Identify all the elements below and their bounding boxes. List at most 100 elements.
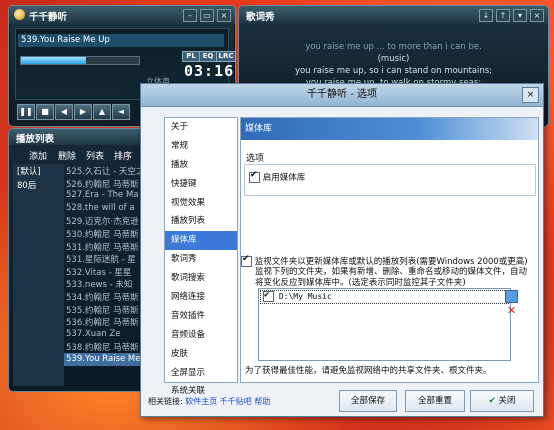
seek-fill (21, 57, 86, 64)
mute-icon[interactable]: ◄ (112, 104, 130, 120)
app-logo-icon (14, 9, 25, 20)
track-item[interactable]: 537.Xuan Ze (64, 328, 144, 341)
track-item[interactable]: 533.news - 未知 (64, 277, 144, 290)
close-button[interactable]: ✔ 关闭 (470, 390, 534, 412)
track-item[interactable]: 534.约翰尼 马蒂斯 (64, 290, 144, 303)
lyrics-titlebar[interactable]: 歌词秀 ↓ ↑ ▾ × (239, 6, 548, 24)
stop-icon[interactable]: ■ (36, 104, 54, 120)
nav-item[interactable]: 网络连接 (165, 288, 237, 307)
playlist-titlebar[interactable]: 播放列表 (9, 129, 146, 145)
related-links: 相关链接: 软件主页 千千贴吧 帮助 (148, 396, 270, 407)
playlist-groups: [默认] 80后 (13, 164, 64, 386)
playlist-window: 播放列表 添加 删除 列表 排序 [默认] 80后 525.久石让 - 天空之 5… (8, 128, 147, 392)
track-item[interactable]: 530.约翰尼 马蒂斯 (64, 227, 144, 240)
track-item[interactable]: 529.迈克尔·杰克逊 (64, 214, 144, 227)
close-label: 关闭 (498, 396, 516, 406)
track-item[interactable]: 535.约翰尼 马蒂斯 (64, 303, 144, 316)
nav-item[interactable]: 全屏显示 (165, 364, 237, 383)
monitor-option[interactable]: 监视文件夹以更新媒体库或默认的播放列表(需要Windows 2000或更高) (241, 254, 528, 267)
current-song: 539.You Raise Me Up (18, 34, 224, 47)
lyrics-menu-icon[interactable]: ▾ (513, 9, 527, 22)
library-panel: 媒体库 选项 启用媒体库 监视文件夹以更新媒体库或默认的播放列表(需要Windo… (240, 117, 539, 383)
close-icon[interactable]: × (217, 9, 231, 22)
track-item[interactable]: 536.约翰尼 马蒂斯 (64, 315, 144, 328)
options-group: 选项 启用媒体库 (242, 146, 537, 199)
panel-header: 媒体库 (241, 118, 538, 140)
prev-icon[interactable]: ◀ (55, 104, 73, 120)
track-item[interactable]: 531.约翰尼 马蒂斯 (64, 240, 144, 253)
eq-toggle[interactable]: EQ (199, 51, 217, 62)
playlist-title: 播放列表 (16, 134, 55, 145)
options-dialog: 千千静听 - 选项 × 关于 常规 播放 快捷键 视觉效果 播放列表 媒体库 歌词秀 歌词搜索网… (140, 83, 544, 417)
track-item[interactable]: 531.星际迷航 - 星 (64, 252, 144, 265)
delete-button[interactable]: 删除 (58, 149, 76, 162)
time-display[interactable]: 03:16 (184, 62, 234, 80)
nav-item[interactable]: 播放列表 (165, 212, 237, 231)
nav-item[interactable]: 歌词搜索 (165, 269, 237, 288)
track-item[interactable]: 528.the will of a (64, 202, 144, 215)
add-button[interactable]: 添加 (29, 149, 47, 162)
forum-link[interactable]: 千千贴吧 (220, 397, 252, 406)
nav-item[interactable]: 常规 (165, 137, 237, 156)
performance-note: 为了获得最佳性能，请避免监视网络中的共享文件夹、根文件夹。 (245, 366, 492, 376)
dialog-title[interactable]: 千千静听 - 选项 (141, 84, 543, 107)
nav-item[interactable]: 音频设备 (165, 326, 237, 345)
folder-row[interactable]: D:\My Music (260, 289, 509, 304)
nav-item[interactable]: 快捷键 (165, 175, 237, 194)
track-item[interactable]: 527.Era - The Ma (64, 189, 144, 202)
group-item[interactable]: [默认] (13, 164, 64, 178)
track-item[interactable]: 539.You Raise Me (64, 352, 144, 366)
enable-library-option[interactable]: 启用媒体库 (249, 170, 306, 183)
next-icon[interactable]: ▶ (74, 104, 92, 120)
monitor-description: 监视下列的文件夹，如果有新增、删除、重命名或移动的媒体文件，自动将变化反应到媒体… (255, 267, 528, 288)
lrc-toggle[interactable]: LRC (216, 51, 236, 62)
reset-all-button[interactable]: 全部重置 (405, 390, 465, 412)
remove-folder-icon[interactable]: ✕ (506, 305, 517, 316)
nav-item[interactable]: 播放 (165, 156, 237, 175)
sort-button[interactable]: 排序 (114, 149, 132, 162)
add-folder-icon[interactable] (505, 290, 518, 303)
lyric-line: (music) (377, 54, 410, 64)
track-item[interactable]: 526.约翰尼 马蒂斯 (64, 177, 144, 190)
nav-item[interactable]: 视觉效果 (165, 194, 237, 213)
player-titlebar[interactable]: 千千静听 – ▭ × (9, 6, 235, 24)
lyrics-close-icon[interactable]: × (530, 9, 544, 22)
homepage-link[interactable]: 软件主页 (185, 397, 217, 406)
download-icon[interactable]: ↓ (479, 9, 493, 22)
monitor-checkbox[interactable] (241, 254, 252, 267)
related-label: 相关链接: (148, 397, 183, 406)
group-item[interactable]: 80后 (13, 178, 64, 192)
lyric-line: you raise me up ... to more than i can b… (305, 42, 482, 52)
check-icon: ✔ (488, 396, 496, 406)
open-icon[interactable]: ▲ (93, 104, 111, 120)
nav-item[interactable]: 关于 (165, 118, 237, 137)
minimode-icon[interactable]: ▭ (200, 9, 214, 22)
lyrics-title: 歌词秀 (246, 12, 275, 23)
track-item[interactable]: 532.Vitas - 星星 (64, 265, 144, 278)
enable-library-label: 启用媒体库 (262, 173, 306, 183)
save-all-button[interactable]: 全部保存 (339, 390, 397, 412)
folder-path: D:\My Music (278, 292, 332, 301)
group-frame: 启用媒体库 (244, 164, 536, 196)
pl-toggle[interactable]: PL (182, 51, 200, 62)
group-title: 选项 (246, 154, 265, 164)
player-title: 千千静听 (29, 12, 68, 23)
folder-checkbox[interactable] (263, 289, 274, 302)
track-list: 525.久石让 - 天空之 526.约翰尼 马蒂斯 527.Era - The Ma… (64, 164, 144, 386)
nav-item[interactable]: 音效插件 (165, 307, 237, 326)
nav-item[interactable]: 媒体库 (165, 231, 237, 251)
pause-icon[interactable]: ❚❚ (17, 104, 35, 120)
seek-bar[interactable] (20, 56, 140, 65)
list-button[interactable]: 列表 (86, 149, 104, 162)
folder-list: D:\My Music (258, 288, 511, 361)
track-item[interactable]: 538.约翰尼 马蒂斯 (64, 340, 144, 353)
dialog-close-icon[interactable]: × (522, 87, 539, 103)
track-item[interactable]: 525.久石让 - 天空之 (64, 164, 144, 177)
nav-item[interactable]: 皮肤 (165, 345, 237, 364)
upload-icon[interactable]: ↑ (496, 9, 510, 22)
minimize-icon[interactable]: – (183, 9, 197, 22)
help-link[interactable]: 帮助 (254, 397, 270, 406)
nav-item[interactable]: 歌词秀 (165, 250, 237, 269)
lyric-line: you raise me up, so i can stand on mount… (294, 66, 493, 76)
enable-library-checkbox[interactable] (249, 170, 260, 183)
